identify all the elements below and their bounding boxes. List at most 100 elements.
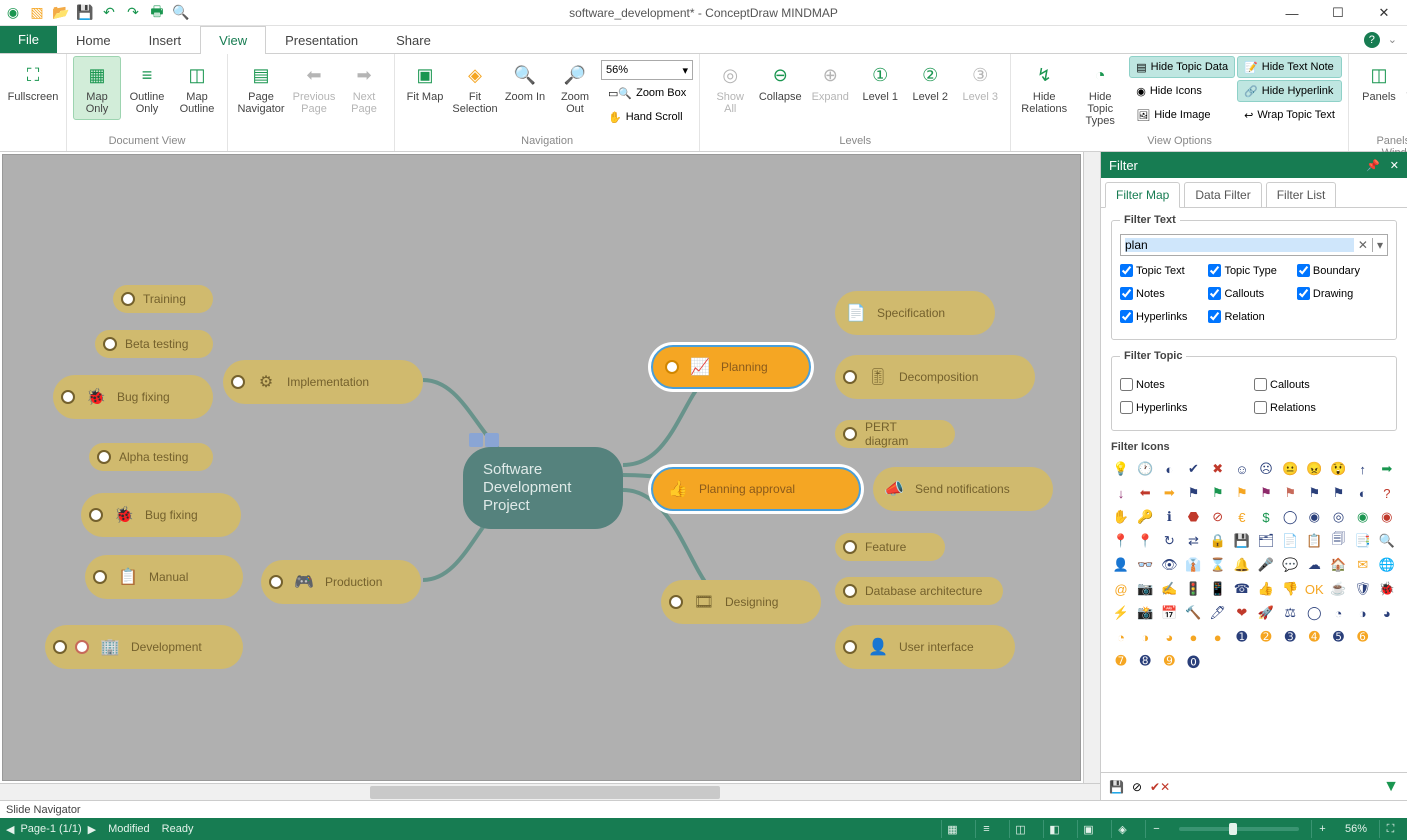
filter-icon-item[interactable]: 😲 — [1328, 459, 1348, 479]
filter-icon-item[interactable]: 💾 — [1232, 531, 1252, 551]
status-prev-page-icon[interactable]: ◀ — [6, 823, 14, 836]
filter-icon-item[interactable]: ➋ — [1256, 627, 1276, 647]
filter-icon-item[interactable]: 📅 — [1159, 603, 1179, 623]
topic-manual[interactable]: 📋Manual — [85, 555, 243, 599]
filter-icon-item[interactable]: 📱 — [1208, 579, 1228, 599]
topic-pert[interactable]: PERT diagram — [835, 420, 955, 448]
filter-icon-item[interactable]: 👎 — [1280, 579, 1300, 599]
filter-icon-item[interactable]: ↓ — [1111, 483, 1131, 503]
filter-icon-item[interactable]: ⊘ — [1208, 507, 1228, 527]
slide-navigator[interactable]: Slide Navigator — [0, 800, 1407, 818]
filter-icon-item[interactable]: ⚑ — [1256, 483, 1276, 503]
topic-beta-testing[interactable]: Beta testing — [95, 330, 213, 358]
chk-relation[interactable]: Relation — [1208, 310, 1296, 323]
filter-icon-item[interactable]: ❤ — [1232, 603, 1252, 623]
filter-icon-item[interactable]: ⚑ — [1328, 483, 1348, 503]
chk-topic-type[interactable]: Topic Type — [1208, 264, 1296, 277]
filter-icon-item[interactable]: 🔑 — [1135, 507, 1155, 527]
filter-icon-item[interactable]: ☎ — [1232, 579, 1252, 599]
chk-hyperlinks[interactable]: Hyperlinks — [1120, 310, 1208, 323]
hide-topic-types-button[interactable]: ◔ Hide Topic Types — [1073, 56, 1127, 132]
filter-icon-item[interactable]: ⚖ — [1280, 603, 1300, 623]
chk-topic-text[interactable]: Topic Text — [1120, 264, 1208, 277]
filter-icon-item[interactable]: ✔ — [1183, 459, 1203, 479]
filter-icon-item[interactable]: ☁ — [1304, 555, 1324, 575]
topic-training[interactable]: Training — [113, 285, 213, 313]
outline-only-button[interactable]: ≡ Outline Only — [123, 56, 171, 120]
filter-icon-item[interactable]: ◕ — [1159, 627, 1179, 647]
pin-icon[interactable]: 📌 — [1366, 159, 1380, 172]
filter-icon-item[interactable] — [1377, 627, 1397, 647]
chk-topic-relations[interactable]: Relations — [1254, 401, 1388, 414]
filter-icon-item[interactable]: ⚑ — [1304, 483, 1324, 503]
filter-icon-item[interactable]: 🔍 — [1377, 531, 1397, 551]
filter-icon-item[interactable]: ✋ — [1111, 507, 1131, 527]
window-maximize-button[interactable]: ☐ — [1315, 0, 1361, 26]
topic-implementation[interactable]: ⚙ Implementation — [223, 360, 423, 404]
topic-specification[interactable]: 📄Specification — [835, 291, 995, 335]
filter-icon-item[interactable]: ✉ — [1353, 555, 1373, 575]
filter-icon-item[interactable]: ℹ — [1159, 507, 1179, 527]
level2-button[interactable]: ② Level 2 — [906, 56, 954, 108]
filter-icon-item[interactable]: ◉ — [1353, 507, 1373, 527]
tab-filter-list[interactable]: Filter List — [1266, 182, 1337, 208]
filter-icon-item[interactable]: ● — [1183, 627, 1203, 647]
footer-filter-icon[interactable]: ▼ — [1383, 778, 1399, 796]
filter-icon-item[interactable]: ⬅ — [1135, 483, 1155, 503]
filter-icon-item[interactable]: 📄 — [1280, 531, 1300, 551]
fullscreen-button[interactable]: ⛶ Fullscreen — [6, 56, 60, 108]
level1-button[interactable]: ① Level 1 — [856, 56, 904, 108]
filter-icon-item[interactable]: ⚑ — [1208, 483, 1228, 503]
filter-icon-item[interactable]: ⚡ — [1111, 603, 1131, 623]
status-next-page-icon[interactable]: ▶ — [88, 823, 96, 836]
filter-icon-item[interactable]: ➏ — [1353, 627, 1373, 647]
topic-planning-approval[interactable]: 👍 Planning approval — [651, 467, 861, 511]
filter-icon-item[interactable]: ◕ — [1377, 603, 1397, 623]
hide-image-button[interactable]: 🖼Hide Image — [1129, 104, 1235, 126]
collapse-button[interactable]: ⊖ Collapse — [756, 56, 804, 108]
filter-icon-item[interactable]: 💡 — [1111, 459, 1131, 479]
filter-icon-item[interactable]: 👍 — [1256, 579, 1276, 599]
topic-bug-fixing-2[interactable]: 🐞Bug fixing — [81, 493, 241, 537]
zoom-slider[interactable] — [1179, 827, 1299, 831]
filter-icon-item[interactable]: 📑 — [1353, 531, 1373, 551]
footer-clear-icon[interactable]: ⊘ — [1132, 780, 1142, 794]
filter-icon-item[interactable]: ↑ — [1353, 459, 1373, 479]
filter-icon-item[interactable]: ➍ — [1304, 627, 1324, 647]
map-outline-button[interactable]: ◫ Map Outline — [173, 56, 221, 120]
filter-icon-item[interactable]: 🐞 — [1377, 579, 1397, 599]
filter-icon-item[interactable]: ◉ — [1304, 507, 1324, 527]
tab-presentation[interactable]: Presentation — [266, 26, 377, 54]
wrap-topic-text-button[interactable]: ↩Wrap Topic Text — [1237, 104, 1342, 126]
filter-icon-item[interactable]: ➡ — [1159, 483, 1179, 503]
tab-share[interactable]: Share — [377, 26, 450, 54]
filter-icon-item[interactable]: ⓿ — [1183, 651, 1203, 671]
filter-icon-item[interactable]: 👓 — [1135, 555, 1155, 575]
filter-icon-item[interactable]: $ — [1256, 507, 1276, 527]
filter-icon-item[interactable]: ? — [1377, 483, 1397, 503]
topic-bug-fixing[interactable]: 🐞Bug fixing — [53, 375, 213, 419]
filter-icon-item[interactable]: ◉ — [1377, 507, 1397, 527]
filter-icon-item[interactable]: ◔ — [1328, 603, 1348, 623]
chk-topic-hyperlinks[interactable]: Hyperlinks — [1120, 401, 1254, 414]
filter-icon-item[interactable]: 🏠 — [1328, 555, 1348, 575]
chk-boundary[interactable]: Boundary — [1297, 264, 1385, 277]
filter-icon-item[interactable]: OK — [1304, 579, 1324, 599]
filter-icon-item[interactable]: ◑ — [1353, 603, 1373, 623]
filter-icon-item[interactable]: ✍ — [1159, 579, 1179, 599]
help-icon[interactable]: ? — [1364, 32, 1380, 48]
filter-icon-item[interactable]: 🎤 — [1256, 555, 1276, 575]
filter-icon-item[interactable]: 🔨 — [1183, 603, 1203, 623]
filter-icon-item[interactable]: ☺ — [1232, 459, 1252, 479]
window-minimize-button[interactable]: — — [1269, 0, 1315, 26]
filter-icon-item[interactable]: € — [1232, 507, 1252, 527]
filter-icon-item[interactable]: 🔔 — [1232, 555, 1252, 575]
filter-icon-item[interactable]: 🔒 — [1208, 531, 1228, 551]
page-navigator-button[interactable]: ▤ Page Navigator — [234, 56, 288, 120]
filter-icon-item[interactable]: ◯ — [1304, 603, 1324, 623]
filter-icon-item[interactable]: 🚀 — [1256, 603, 1276, 623]
status-view4-icon[interactable]: ◧ — [1043, 820, 1065, 838]
topic-feature[interactable]: Feature — [835, 533, 945, 561]
hide-icons-button[interactable]: ◉Hide Icons — [1129, 80, 1235, 102]
tab-data-filter[interactable]: Data Filter — [1184, 182, 1261, 208]
